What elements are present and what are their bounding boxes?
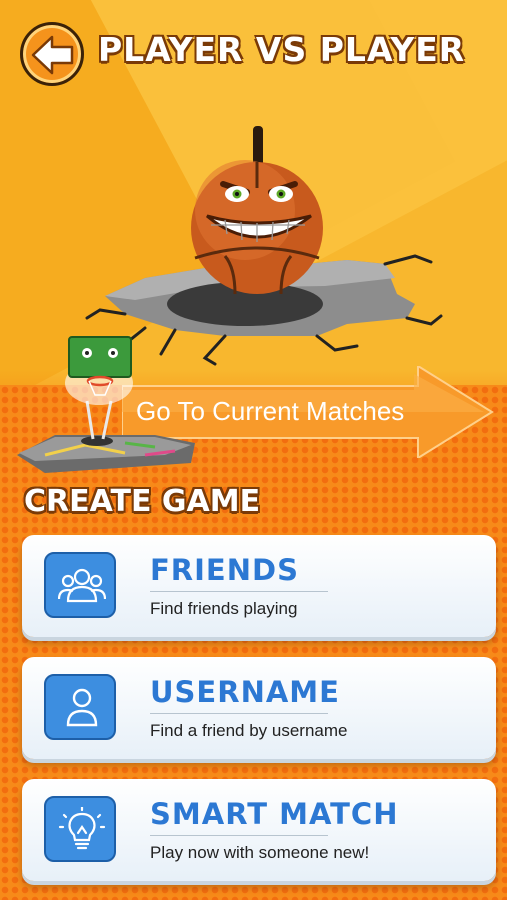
page-title: PLAYER VS PLAYER	[98, 30, 466, 69]
divider	[150, 713, 328, 714]
mini-hoop-illustration	[17, 336, 195, 473]
friends-icon-box	[44, 552, 116, 618]
smart-match-icon-box	[44, 796, 116, 862]
user-icon	[66, 688, 98, 727]
username-title: USERNAME	[150, 675, 340, 709]
friends-option-card[interactable]: FRIENDS Find friends playing	[22, 535, 496, 637]
smart-match-subtitle: Play now with someone new!	[150, 843, 370, 862]
create-game-heading: CREATE GAME	[24, 484, 261, 519]
username-icon-box	[44, 674, 116, 740]
username-subtitle: Find a friend by username	[150, 721, 348, 740]
friends-subtitle: Find friends playing	[150, 599, 298, 618]
friends-group-icon	[58, 568, 106, 603]
divider	[150, 835, 328, 836]
username-option-card[interactable]: USERNAME Find a friend by username	[22, 657, 496, 759]
friends-title: FRIENDS	[150, 553, 299, 587]
smart-match-title: SMART MATCH	[150, 797, 399, 831]
divider	[150, 591, 328, 592]
back-button[interactable]	[20, 22, 84, 86]
lightbulb-icon	[58, 807, 106, 850]
smart-match-option-card[interactable]: SMART MATCH Play now with someone new!	[22, 779, 496, 881]
back-arrow-icon	[31, 35, 74, 75]
